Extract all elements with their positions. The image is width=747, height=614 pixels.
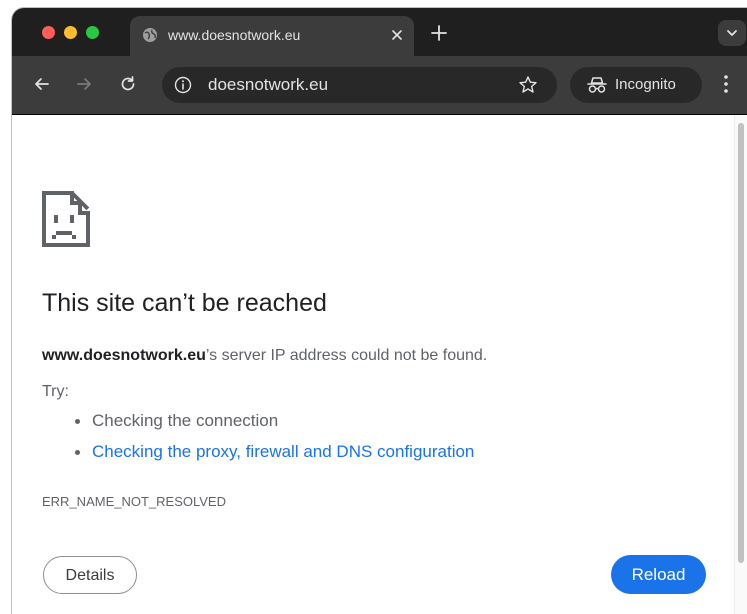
reload-button[interactable]: Reload	[611, 555, 706, 594]
page-content: This site can’t be reached www.doesnotwo…	[12, 115, 747, 614]
chevron-down-icon	[727, 30, 737, 36]
bullet	[75, 419, 80, 424]
globe-icon	[143, 28, 157, 42]
bookmark-star-icon[interactable]	[518, 75, 538, 95]
forward-arrow-icon[interactable]	[74, 74, 94, 94]
incognito-icon	[587, 77, 607, 93]
address-bar[interactable]: doesnotwork.eu	[162, 67, 557, 103]
new-tab-icon[interactable]	[430, 24, 448, 42]
list-item: Checking the connection	[42, 407, 474, 438]
browser-window: www.doesnotwork.eu doesnotwork.eu Incogn…	[12, 8, 747, 614]
suggestion-link[interactable]: Checking the proxy, firewall and DNS con…	[92, 442, 474, 461]
incognito-button[interactable]: Incognito	[570, 67, 702, 103]
reload-icon[interactable]	[118, 74, 138, 94]
close-window-button[interactable]	[42, 26, 55, 39]
more-menu-icon[interactable]	[718, 73, 734, 95]
scrollbar-thumb[interactable]	[738, 123, 744, 563]
tab-search-button[interactable]	[718, 20, 746, 46]
maximize-window-button[interactable]	[86, 26, 99, 39]
suggestion-list: Checking the connection Checking the pro…	[42, 407, 474, 469]
url-text: doesnotwork.eu	[208, 75, 329, 94]
error-code: ERR_NAME_NOT_RESOLVED	[42, 494, 226, 509]
suggestion-text: Checking the connection	[92, 411, 279, 430]
minimize-window-button[interactable]	[64, 26, 77, 39]
back-arrow-icon[interactable]	[32, 74, 52, 94]
details-button[interactable]: Details	[43, 556, 137, 594]
error-description-text: ’s server IP address could not be found.	[205, 347, 488, 364]
list-item: Checking the proxy, firewall and DNS con…	[42, 438, 474, 469]
incognito-label: Incognito	[615, 76, 676, 93]
tab-active[interactable]: www.doesnotwork.eu	[130, 16, 414, 56]
error-host: www.doesnotwork.eu	[42, 347, 206, 364]
tab-title: www.doesnotwork.eu	[168, 27, 301, 43]
bullet	[75, 450, 80, 455]
close-tab-icon[interactable]	[388, 26, 406, 44]
sad-page-icon	[42, 191, 90, 247]
info-icon[interactable]	[174, 76, 192, 94]
error-description: www.doesnotwork.eu’s server IP address c…	[42, 347, 487, 365]
error-heading: This site can’t be reached	[42, 289, 327, 317]
scrollbar[interactable]	[734, 115, 747, 614]
tab-strip: www.doesnotwork.eu	[12, 8, 747, 56]
try-label: Try:	[42, 383, 69, 400]
toolbar: doesnotwork.eu Incognito	[12, 56, 747, 115]
